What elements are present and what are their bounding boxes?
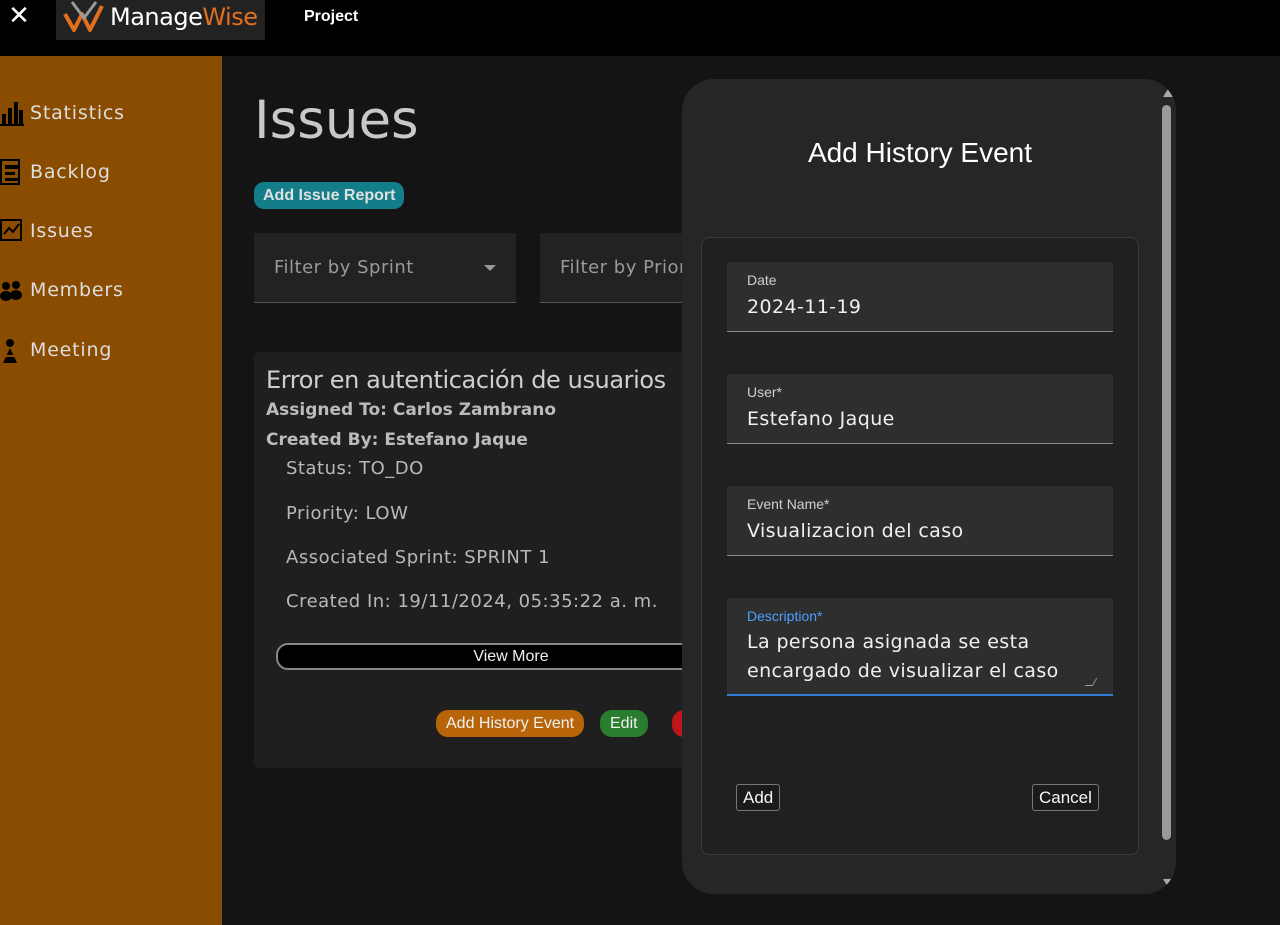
logo-text-manage: Manage [110, 3, 203, 31]
sidebar-item-label: Issues [30, 220, 94, 242]
issue-assigned-to: Assigned To: Carlos Zambrano [266, 400, 557, 420]
backlog-icon [0, 159, 20, 185]
edit-button[interactable]: Edit [600, 710, 648, 737]
dialog-scrollbar[interactable] [1160, 87, 1174, 887]
issue-created-in: Created In: 19/11/2024, 05:35:22 a. m. [286, 591, 658, 612]
issue-status: Status: TO_DO [286, 458, 424, 479]
close-icon[interactable]: ✕ [6, 2, 32, 28]
description-field[interactable]: Description* La persona asignada se esta… [727, 598, 1113, 696]
sidebar-item-issues[interactable]: Issues [0, 214, 94, 248]
date-field-label: Date [747, 272, 777, 288]
filter-priority-placeholder: Filter by Prior [560, 257, 687, 278]
add-button[interactable]: Add [736, 784, 781, 811]
scroll-up-icon[interactable] [1163, 89, 1173, 97]
user-field[interactable]: User* Estefano Jaque [727, 374, 1113, 444]
issue-title: Error en autenticación de usuarios [266, 366, 666, 394]
logo-mark-icon [63, 1, 104, 32]
issue-sprint: Associated Sprint: SPRINT 1 [286, 547, 551, 568]
meeting-icon [2, 339, 18, 363]
dialog-title: Add History Event [807, 137, 1033, 168]
chevron-down-icon [484, 265, 496, 271]
sidebar-item-members[interactable]: Members [0, 273, 124, 307]
sidebar-item-statistics[interactable]: Statistics [0, 96, 125, 130]
event-name-field[interactable]: Event Name* Visualizacion del caso [727, 486, 1113, 556]
sidebar-item-meeting[interactable]: Meeting [0, 333, 112, 367]
sidebar-item-label: Backlog [30, 161, 111, 183]
page-title: Issues [254, 90, 419, 151]
add-history-event-button[interactable]: Add History Event [436, 710, 585, 737]
top-navbar: ✕ ManageWise Project [0, 0, 1280, 56]
user-field-label: User* [747, 384, 783, 400]
view-more-button[interactable]: View More [276, 643, 714, 670]
filter-sprint-placeholder: Filter by Sprint [274, 257, 414, 278]
event-name-field-label: Event Name* [747, 496, 830, 512]
issue-card: Error en autenticación de usuarios Assig… [254, 352, 714, 768]
description-field-value: La persona asignada se esta encargado de… [747, 631, 1059, 682]
cancel-button[interactable]: Cancel [1032, 784, 1099, 811]
description-field-label: Description* [747, 608, 823, 624]
history-event-form: Date 2024-11-19 User* Estefano Jaque Eve… [701, 237, 1139, 855]
scrollbar-thumb[interactable] [1162, 105, 1171, 840]
date-field-value: 2024-11-19 [747, 296, 862, 318]
logo[interactable]: ManageWise [56, 0, 265, 40]
event-name-field-value: Visualizacion del caso [747, 520, 964, 542]
logo-text: ManageWise [110, 3, 258, 31]
issue-priority: Priority: LOW [286, 503, 409, 524]
logo-text-wise: Wise [202, 3, 258, 31]
project-link[interactable]: Project [304, 8, 358, 26]
issues-icon [0, 219, 22, 241]
sidebar-item-backlog[interactable]: Backlog [0, 155, 111, 189]
filter-sprint-select[interactable]: Filter by Sprint [254, 233, 516, 303]
sidebar-item-label: Statistics [30, 102, 125, 124]
sidebar: Statistics Backlog Issues Members Meetin… [0, 56, 222, 925]
sidebar-item-label: Members [30, 279, 124, 301]
sidebar-item-label: Meeting [30, 339, 113, 361]
members-icon [0, 281, 22, 301]
add-issue-report-button[interactable]: Add Issue Report [254, 182, 405, 209]
issue-created-by: Created By: Estefano Jaque [266, 430, 528, 450]
user-field-value: Estefano Jaque [747, 408, 895, 430]
date-field[interactable]: Date 2024-11-19 [727, 262, 1113, 332]
add-history-event-dialog: Add History Event Date 2024-11-19 User* … [682, 79, 1176, 894]
bar-chart-icon [0, 102, 24, 126]
scroll-down-icon[interactable] [1163, 879, 1173, 887]
